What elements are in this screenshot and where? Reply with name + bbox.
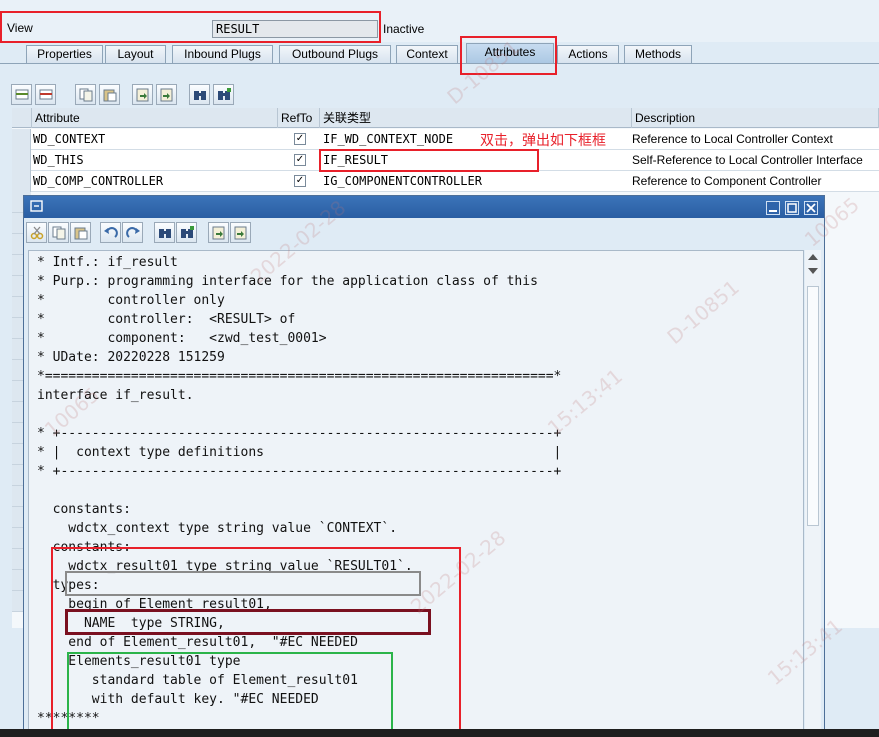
minimize-icon — [769, 210, 777, 212]
table-row[interactable]: WD_COMP_CONTROLLER ✓ IG_COMPONENTCONTROL… — [12, 171, 879, 192]
tab-layout[interactable]: Layout — [105, 45, 166, 64]
select-all-corner[interactable] — [12, 108, 32, 128]
attribute-name[interactable]: WD_CONTEXT — [33, 129, 278, 150]
refto-checkbox[interactable]: ✓ — [294, 133, 306, 145]
find-button[interactable] — [154, 222, 175, 243]
tab-inbound-plugs[interactable]: Inbound Plugs — [172, 45, 273, 64]
paste-button[interactable] — [70, 222, 91, 243]
interface-popup-window[interactable]: * Intf.: if_result * Purp.: programming … — [23, 195, 825, 737]
scroll-up-arrow-icon[interactable] — [808, 254, 818, 260]
code-editor[interactable]: * Intf.: if_result * Purp.: programming … — [28, 250, 804, 737]
find-button[interactable] — [189, 84, 210, 105]
copy-button[interactable] — [75, 84, 96, 105]
undo-button[interactable] — [100, 222, 121, 243]
vertical-scrollbar[interactable] — [805, 250, 821, 737]
maximize-button[interactable] — [785, 201, 799, 215]
attribute-description[interactable]: Reference to Component Controller — [632, 171, 879, 192]
undo-icon — [104, 227, 118, 238]
refto-checkbox[interactable]: ✓ — [294, 175, 306, 187]
scissors-icon — [30, 226, 44, 240]
find-next-icon — [218, 88, 231, 100]
paste-icon — [103, 89, 117, 102]
window-menu-icon[interactable] — [30, 200, 44, 213]
redo-button[interactable] — [122, 222, 143, 243]
attribute-description[interactable]: Self-Reference to Local Controller Inter… — [632, 150, 879, 171]
download-icon — [160, 88, 173, 102]
find-next-button[interactable] — [213, 84, 234, 105]
tab-methods[interactable]: Methods — [624, 45, 692, 64]
paste-button[interactable] — [99, 84, 120, 105]
col-associated-type[interactable]: 关联类型 — [320, 108, 632, 128]
attribute-name[interactable]: WD_COMP_CONTROLLER — [33, 171, 278, 192]
insert-row-icon — [15, 89, 29, 100]
refto-checkbox[interactable]: ✓ — [294, 154, 306, 166]
close-icon — [806, 203, 816, 213]
col-attribute[interactable]: Attribute — [32, 108, 278, 128]
table-header: Attribute RefTo 关联类型 Description — [12, 108, 879, 128]
paste-icon — [74, 227, 88, 240]
download-button[interactable] — [156, 84, 177, 105]
taskbar-edge — [0, 729, 879, 737]
download-icon — [234, 226, 247, 240]
upload-icon — [136, 88, 149, 102]
binoculars-icon — [194, 91, 206, 100]
row-selector[interactable] — [12, 171, 31, 192]
tab-context[interactable]: Context — [396, 45, 458, 64]
col-refto[interactable]: RefTo — [278, 108, 320, 128]
view-status: Inactive — [383, 22, 425, 36]
view-label: View — [7, 21, 33, 35]
delete-row-icon — [39, 89, 53, 100]
find-next-icon — [181, 226, 194, 238]
copy-icon — [79, 88, 93, 102]
view-name-field[interactable]: RESULT — [212, 20, 378, 38]
code-text[interactable]: * Intf.: if_result * Purp.: programming … — [37, 253, 561, 728]
associated-type[interactable]: IG_COMPONENTCONTROLLER — [323, 171, 631, 192]
copy-icon — [52, 226, 66, 240]
upload-icon — [212, 226, 225, 240]
popup-titlebar[interactable] — [24, 196, 824, 218]
insert-row-button[interactable] — [11, 84, 32, 105]
tab-properties[interactable]: Properties — [26, 45, 103, 64]
view-header: View RESULT Inactive — [0, 0, 879, 42]
copy-button[interactable] — [48, 222, 69, 243]
table-row[interactable]: WD_CONTEXT ✓ IF_WD_CONTEXT_NODE Referenc… — [12, 129, 879, 150]
popup-toolbar — [26, 222, 822, 244]
redo-icon — [126, 227, 140, 238]
close-button[interactable] — [804, 201, 818, 215]
binoculars-icon — [159, 229, 171, 238]
attribute-name[interactable]: WD_THIS — [33, 150, 278, 171]
maximize-icon — [787, 203, 797, 213]
tab-outbound-plugs[interactable]: Outbound Plugs — [279, 45, 391, 64]
find-next-button[interactable] — [176, 222, 197, 243]
download-button[interactable] — [230, 222, 251, 243]
scroll-down-arrow-icon[interactable] — [808, 268, 818, 274]
associated-type[interactable]: IF_RESULT — [323, 150, 631, 171]
upload-button[interactable] — [132, 84, 153, 105]
upload-button[interactable] — [208, 222, 229, 243]
minimize-button[interactable] — [766, 201, 780, 215]
col-description[interactable]: Description — [632, 108, 879, 128]
delete-row-button[interactable] — [35, 84, 56, 105]
row-selector[interactable] — [12, 129, 31, 150]
tab-strip: Properties Layout Inbound Plugs Outbound… — [0, 43, 879, 65]
scrollbar-thumb[interactable] — [807, 286, 819, 526]
tab-actions[interactable]: Actions — [557, 45, 619, 64]
tab-attributes[interactable]: Attributes — [466, 43, 554, 65]
annotation-note: 双击，弹出如下框框 — [480, 133, 606, 149]
attribute-description[interactable]: Reference to Local Controller Context — [632, 129, 879, 150]
table-row[interactable]: WD_THIS ✓ IF_RESULT Self-Reference to Lo… — [12, 150, 879, 171]
row-selector[interactable] — [12, 150, 31, 171]
cut-button[interactable] — [26, 222, 47, 243]
